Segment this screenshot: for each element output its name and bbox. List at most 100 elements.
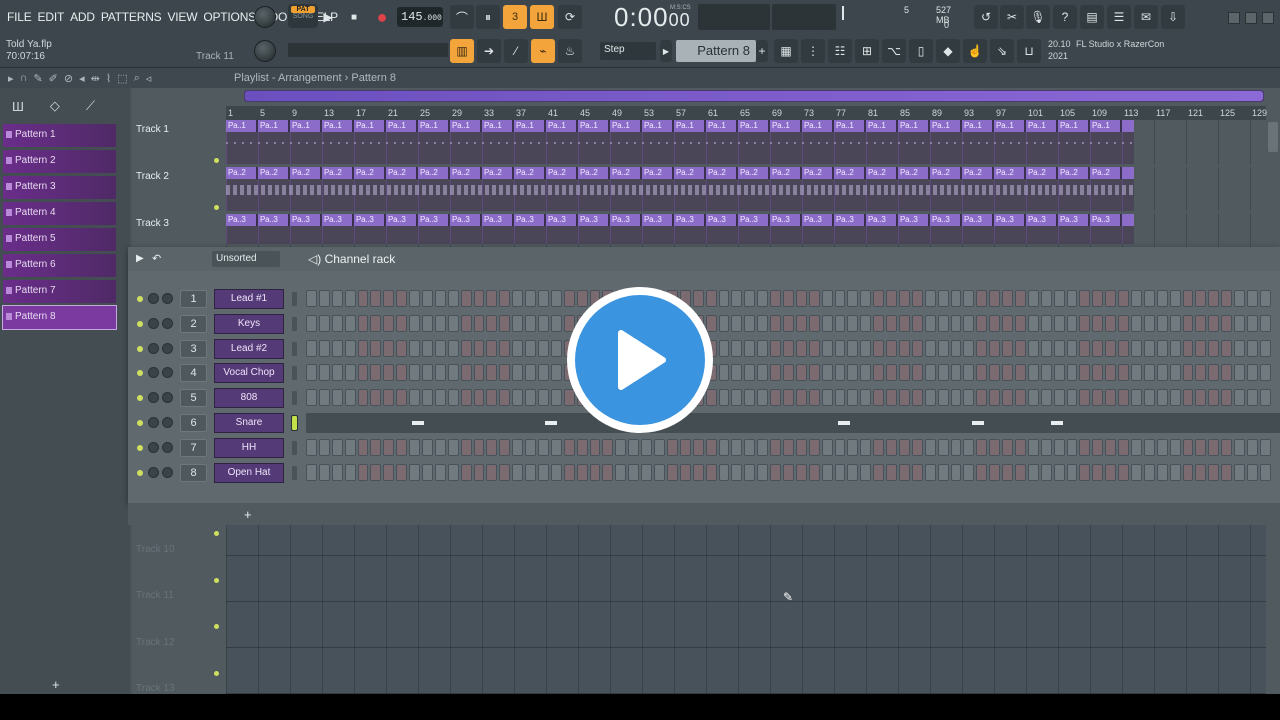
- step-button[interactable]: [1195, 463, 1207, 481]
- step-button[interactable]: [538, 463, 549, 481]
- step-button[interactable]: [1066, 290, 1078, 307]
- step-button[interactable]: [1105, 290, 1117, 307]
- step-button[interactable]: [770, 314, 781, 332]
- step-button[interactable]: [550, 290, 562, 307]
- step-button[interactable]: [1234, 389, 1246, 407]
- step-button[interactable]: [1259, 463, 1271, 481]
- tempo-display[interactable]: 145.000: [397, 7, 443, 27]
- step-button[interactable]: [1195, 438, 1207, 456]
- step-button[interactable]: [1066, 389, 1078, 407]
- pattern-item[interactable]: Pattern 2: [3, 150, 116, 173]
- step-button[interactable]: [486, 389, 498, 407]
- menu-edit[interactable]: EDIT: [35, 8, 68, 26]
- channel-name-button[interactable]: Vocal Chop: [214, 363, 284, 384]
- step-button[interactable]: [1208, 463, 1220, 481]
- step-button[interactable]: [1247, 290, 1258, 307]
- step-button[interactable]: [1131, 290, 1142, 307]
- step-button[interactable]: [1131, 389, 1142, 407]
- step-button[interactable]: [860, 389, 872, 407]
- step-button[interactable]: [331, 339, 343, 357]
- step-button[interactable]: [357, 339, 369, 357]
- download-icon[interactable]: ⇩: [1161, 5, 1185, 29]
- step-button[interactable]: [396, 389, 408, 407]
- step-button[interactable]: [937, 290, 949, 307]
- step-button[interactable]: [1105, 339, 1117, 357]
- channel-mixer-track[interactable]: 1: [180, 290, 207, 308]
- undo-icon[interactable]: ↺: [974, 5, 998, 29]
- step-button[interactable]: [1169, 463, 1181, 481]
- step-button[interactable]: [370, 364, 382, 382]
- step-button[interactable]: [1221, 389, 1233, 407]
- step-button[interactable]: [860, 364, 872, 382]
- step-button[interactable]: [834, 438, 846, 456]
- step-button[interactable]: [937, 314, 949, 332]
- step-button[interactable]: [989, 314, 1001, 332]
- step-button[interactable]: [937, 389, 949, 407]
- step-button[interactable]: [628, 463, 640, 481]
- pencil-icon[interactable]: ✎: [33, 72, 42, 85]
- step-button[interactable]: [744, 314, 756, 332]
- step-button[interactable]: [1092, 364, 1104, 382]
- master-pitch-knob[interactable]: [254, 40, 276, 62]
- step-button[interactable]: [886, 389, 897, 407]
- step-button[interactable]: [1118, 364, 1129, 382]
- step-button[interactable]: [422, 290, 433, 307]
- step-button[interactable]: [911, 463, 923, 481]
- touch-icon[interactable]: ☝: [963, 39, 987, 63]
- step-button[interactable]: [1040, 290, 1052, 307]
- step-button[interactable]: [847, 463, 859, 481]
- step-button[interactable]: [344, 339, 356, 357]
- step-button[interactable]: [447, 438, 459, 456]
- step-button[interactable]: [434, 389, 446, 407]
- step-button[interactable]: [898, 364, 910, 382]
- step-button[interactable]: [1079, 438, 1091, 456]
- channel-volume-knob[interactable]: [162, 293, 173, 304]
- step-button[interactable]: [1182, 339, 1194, 357]
- step-button[interactable]: [370, 314, 382, 332]
- step-button[interactable]: [1118, 339, 1129, 357]
- channel-volume-knob[interactable]: [162, 367, 173, 379]
- step-button[interactable]: [357, 438, 369, 456]
- step-button[interactable]: [718, 290, 730, 307]
- maximize-icon[interactable]: [1245, 12, 1257, 24]
- step-button[interactable]: [886, 438, 897, 456]
- step-button[interactable]: [1208, 339, 1220, 357]
- step-button[interactable]: [1195, 314, 1207, 332]
- step-button[interactable]: [550, 463, 562, 481]
- step-edit-icon[interactable]: Ш: [530, 5, 554, 29]
- channel-select-toggle[interactable]: [292, 440, 297, 455]
- step-button[interactable]: [1066, 438, 1078, 456]
- menu-options[interactable]: OPTIONS: [200, 8, 259, 26]
- step-button[interactable]: [512, 339, 524, 357]
- step-button[interactable]: [886, 339, 897, 357]
- step-button[interactable]: [525, 463, 537, 481]
- step-button[interactable]: [705, 314, 717, 332]
- step-button[interactable]: [306, 364, 317, 382]
- channel-mixer-track[interactable]: 5: [180, 389, 207, 408]
- step-button[interactable]: [1169, 290, 1181, 307]
- track-label[interactable]: Track 3: [136, 218, 169, 229]
- step-button[interactable]: [563, 389, 575, 407]
- track-mute-led[interactable]: [214, 158, 219, 163]
- track-label[interactable]: Track 11: [136, 590, 174, 601]
- step-button[interactable]: [306, 463, 317, 481]
- step-button[interactable]: [1221, 364, 1233, 382]
- step-button[interactable]: [447, 290, 459, 307]
- step-button[interactable]: [911, 290, 923, 307]
- step-button[interactable]: [718, 339, 730, 357]
- step-button[interactable]: [1040, 364, 1052, 382]
- step-button[interactable]: [834, 339, 846, 357]
- step-button[interactable]: [1027, 314, 1039, 332]
- step-button[interactable]: [705, 290, 717, 307]
- step-button[interactable]: [911, 364, 923, 382]
- step-button[interactable]: [808, 339, 820, 357]
- step-button[interactable]: [1105, 314, 1117, 332]
- step-button[interactable]: [344, 389, 356, 407]
- channel-volume-knob[interactable]: [162, 392, 173, 404]
- step-button[interactable]: [1014, 389, 1026, 407]
- step-button[interactable]: [976, 339, 988, 357]
- step-button[interactable]: [550, 339, 562, 357]
- step-button[interactable]: [460, 339, 472, 357]
- scrollbar-thumb[interactable]: [245, 91, 1263, 101]
- step-button[interactable]: [770, 389, 781, 407]
